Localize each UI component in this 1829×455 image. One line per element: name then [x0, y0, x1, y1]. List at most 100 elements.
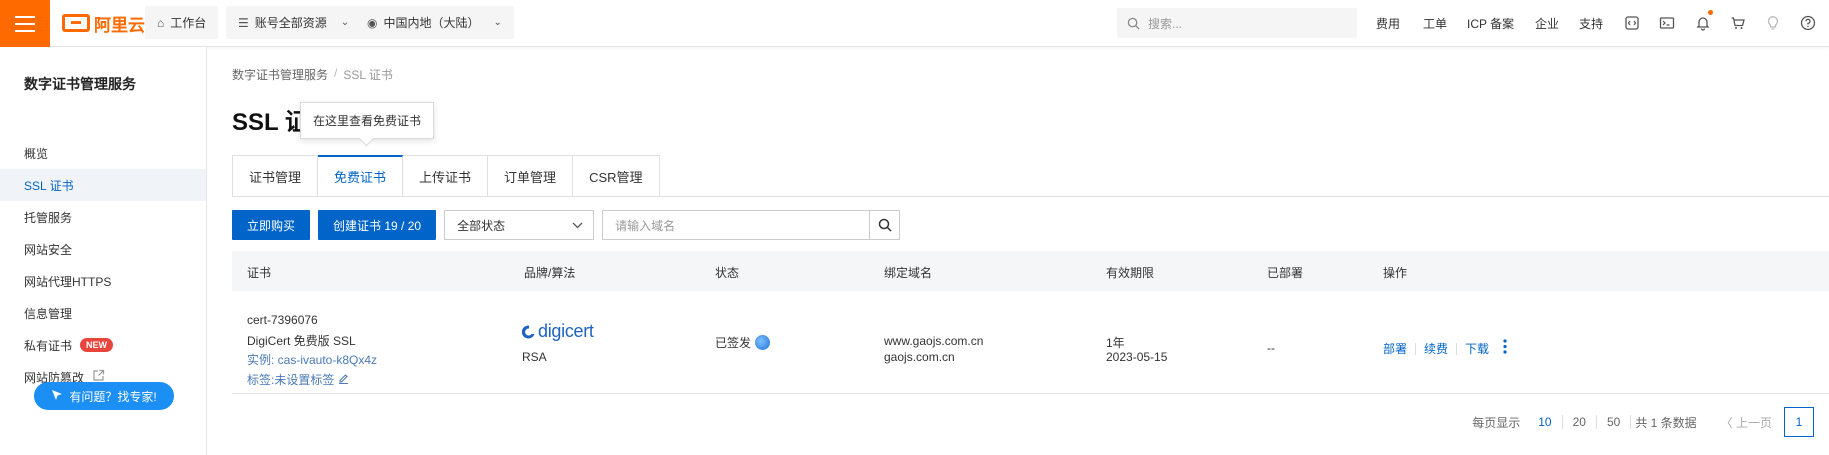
domain-search-button[interactable]: [870, 210, 901, 240]
toolbar: 立即购买 创建证书 19 / 20 全部状态 请输入域名: [232, 210, 901, 240]
cert-instance-link[interactable]: 实例: cas-ivauto-k8Qx4z: [247, 351, 377, 368]
page-size-20[interactable]: 20: [1563, 415, 1597, 429]
top-link-ticket[interactable]: 工单: [1423, 0, 1447, 47]
code-icon[interactable]: [1623, 14, 1641, 32]
prev-page-button[interactable]: 〈 上一页: [1721, 414, 1772, 431]
create-cert-button[interactable]: 创建证书 19 / 20: [318, 210, 437, 240]
tab-csr-management[interactable]: CSR管理: [573, 155, 660, 197]
action-separator: [1456, 342, 1458, 355]
top-link-icp[interactable]: ICP 备案: [1467, 0, 1514, 47]
sidebar-item-website-security[interactable]: 网站安全: [0, 233, 206, 265]
main-content: 数字证书管理服务 / SSL 证书 SSL 证 在这里查看免费证书 证书管理 免…: [207, 47, 1829, 455]
breadcrumb-root[interactable]: 数字证书管理服务: [232, 66, 328, 83]
bound-domain: gaojs.com.cn: [884, 350, 955, 364]
cert-status-label: 已签发: [715, 336, 752, 350]
download-link[interactable]: 下载: [1465, 340, 1489, 357]
table-header: 证书 品牌/算法 状态 绑定域名 有效期限 已部署 操作: [232, 251, 1829, 291]
terminal-icon[interactable]: [1658, 14, 1676, 32]
list-icon: ☰: [238, 15, 249, 30]
logo-text: 阿里云: [94, 15, 145, 35]
tab-order-management[interactable]: 订单管理: [488, 155, 574, 197]
global-search-input[interactable]: 搜索...: [1117, 8, 1357, 38]
buy-now-button[interactable]: 立即购买: [232, 210, 311, 240]
page-size-10[interactable]: 10: [1528, 415, 1563, 429]
digicert-logo: digicert: [522, 321, 594, 342]
cert-tags-label: 标签:未设置标签: [247, 373, 335, 387]
page-size-50[interactable]: 50: [1597, 415, 1632, 429]
sidebar-item-label: 网站代理HTTPS: [24, 274, 112, 289]
digicert-mark-icon: [522, 324, 535, 338]
tab-cert-management[interactable]: 证书管理: [232, 155, 319, 197]
breadcrumb: 数字证书管理服务 / SSL 证书: [232, 66, 393, 83]
top-link-enterprise[interactable]: 企业: [1535, 0, 1559, 47]
column-header-validity: 有效期限: [1106, 266, 1155, 280]
column-header-domain: 绑定域名: [884, 266, 933, 280]
expire-date: 2023-05-15: [1106, 350, 1168, 364]
bound-domain: www.gaojs.com.cn: [884, 334, 984, 348]
sidebar-item-ssl-certificate[interactable]: SSL 证书: [0, 169, 206, 201]
page-title: SSL 证: [232, 109, 309, 136]
tab-free-cert[interactable]: 免费证书: [318, 155, 404, 197]
cert-tags[interactable]: 标签:未设置标签: [247, 371, 349, 388]
sidebar-item-hosting-service[interactable]: 托管服务: [0, 201, 206, 233]
sidebar-item-label: 托管服务: [24, 210, 73, 225]
chevron-down-icon: ⌄: [340, 17, 350, 28]
account-scope-label: 账号全部资源: [254, 16, 327, 30]
top-link-label[interactable]: 企业: [1535, 15, 1559, 32]
sidebar-item-label: 概览: [24, 146, 49, 161]
top-link-billing[interactable]: 费用: [1376, 0, 1400, 47]
more-actions-icon[interactable]: [1503, 339, 1507, 358]
column-header-status: 状态: [715, 266, 740, 280]
status-select-value: 全部状态: [457, 218, 506, 233]
global-search-placeholder: 搜索...: [1148, 16, 1183, 31]
page-number-button[interactable]: 1: [1784, 407, 1814, 437]
sidebar-item-private-certificate[interactable]: 私有证书 NEW: [0, 329, 206, 361]
cursor-icon: [51, 389, 63, 404]
tab-divider: [232, 196, 1829, 197]
breadcrumb-current: SSL 证书: [343, 68, 393, 82]
region-dropdown[interactable]: ◉ 中国内地（大陆） ⌄: [355, 6, 514, 39]
cert-id: cert-7396076: [247, 313, 318, 327]
location-icon: ◉: [367, 15, 378, 30]
search-icon: [1127, 17, 1140, 30]
free-cert-tooltip: 在这里查看免费证书: [300, 102, 434, 139]
top-link-support[interactable]: 支持: [1579, 0, 1603, 47]
tab-upload-cert[interactable]: 上传证书: [403, 155, 489, 197]
sidebar-item-info-management[interactable]: 信息管理: [0, 297, 206, 329]
new-badge: NEW: [80, 338, 114, 352]
logo-mark-icon: [62, 14, 90, 32]
cart-icon[interactable]: [1729, 14, 1747, 32]
top-link-label[interactable]: 费用: [1376, 15, 1400, 32]
help-icon[interactable]: [1799, 14, 1817, 32]
ask-expert-label: 有问题？找专家!: [69, 389, 157, 404]
sidebar-item-overview[interactable]: 概览: [0, 137, 206, 169]
edit-icon[interactable]: [338, 373, 349, 387]
issued-status-icon[interactable]: [755, 335, 771, 350]
domain-search-placeholder: 请输入域名: [615, 218, 676, 233]
ask-expert-button[interactable]: 有问题？找专家!: [34, 382, 174, 410]
renew-link[interactable]: 续费: [1424, 340, 1448, 357]
table-row: cert-7396076 DigiCert 免费版 SSL 实例: cas-iv…: [232, 291, 1829, 394]
top-link-label[interactable]: ICP 备案: [1467, 15, 1514, 32]
aliyun-logo[interactable]: 阿里云: [62, 11, 145, 35]
validity-period: 1年: [1106, 336, 1125, 350]
bulb-icon[interactable]: [1764, 14, 1782, 32]
workbench-label: 工作台: [170, 16, 207, 30]
chevron-down-icon: ⌄: [493, 17, 502, 28]
deploy-link[interactable]: 部署: [1383, 340, 1407, 357]
column-header-actions: 操作: [1383, 266, 1408, 280]
brand-name: digicert: [538, 321, 594, 341]
account-scope-dropdown[interactable]: ☰ 账号全部资源 ⌄: [226, 6, 362, 39]
cert-name: DigiCert 免费版 SSL: [247, 334, 356, 348]
sidebar-item-website-proxy-https[interactable]: 网站代理HTTPS: [0, 265, 206, 297]
domain-search-input[interactable]: 请输入域名: [602, 210, 871, 240]
notification-dot: [1708, 10, 1713, 15]
menu-icon[interactable]: [0, 0, 50, 47]
bell-icon[interactable]: [1694, 14, 1712, 32]
top-link-label[interactable]: 支持: [1579, 15, 1603, 32]
status-select[interactable]: 全部状态: [444, 210, 595, 240]
cert-algorithm: RSA: [522, 350, 547, 364]
sidebar: 数字证书管理服务 概览 SSL 证书 托管服务 网站安全 网站代理HTTPS 信…: [0, 47, 207, 455]
top-link-label[interactable]: 工单: [1423, 15, 1447, 32]
workbench-button[interactable]: ⌂ 工作台: [145, 6, 219, 39]
